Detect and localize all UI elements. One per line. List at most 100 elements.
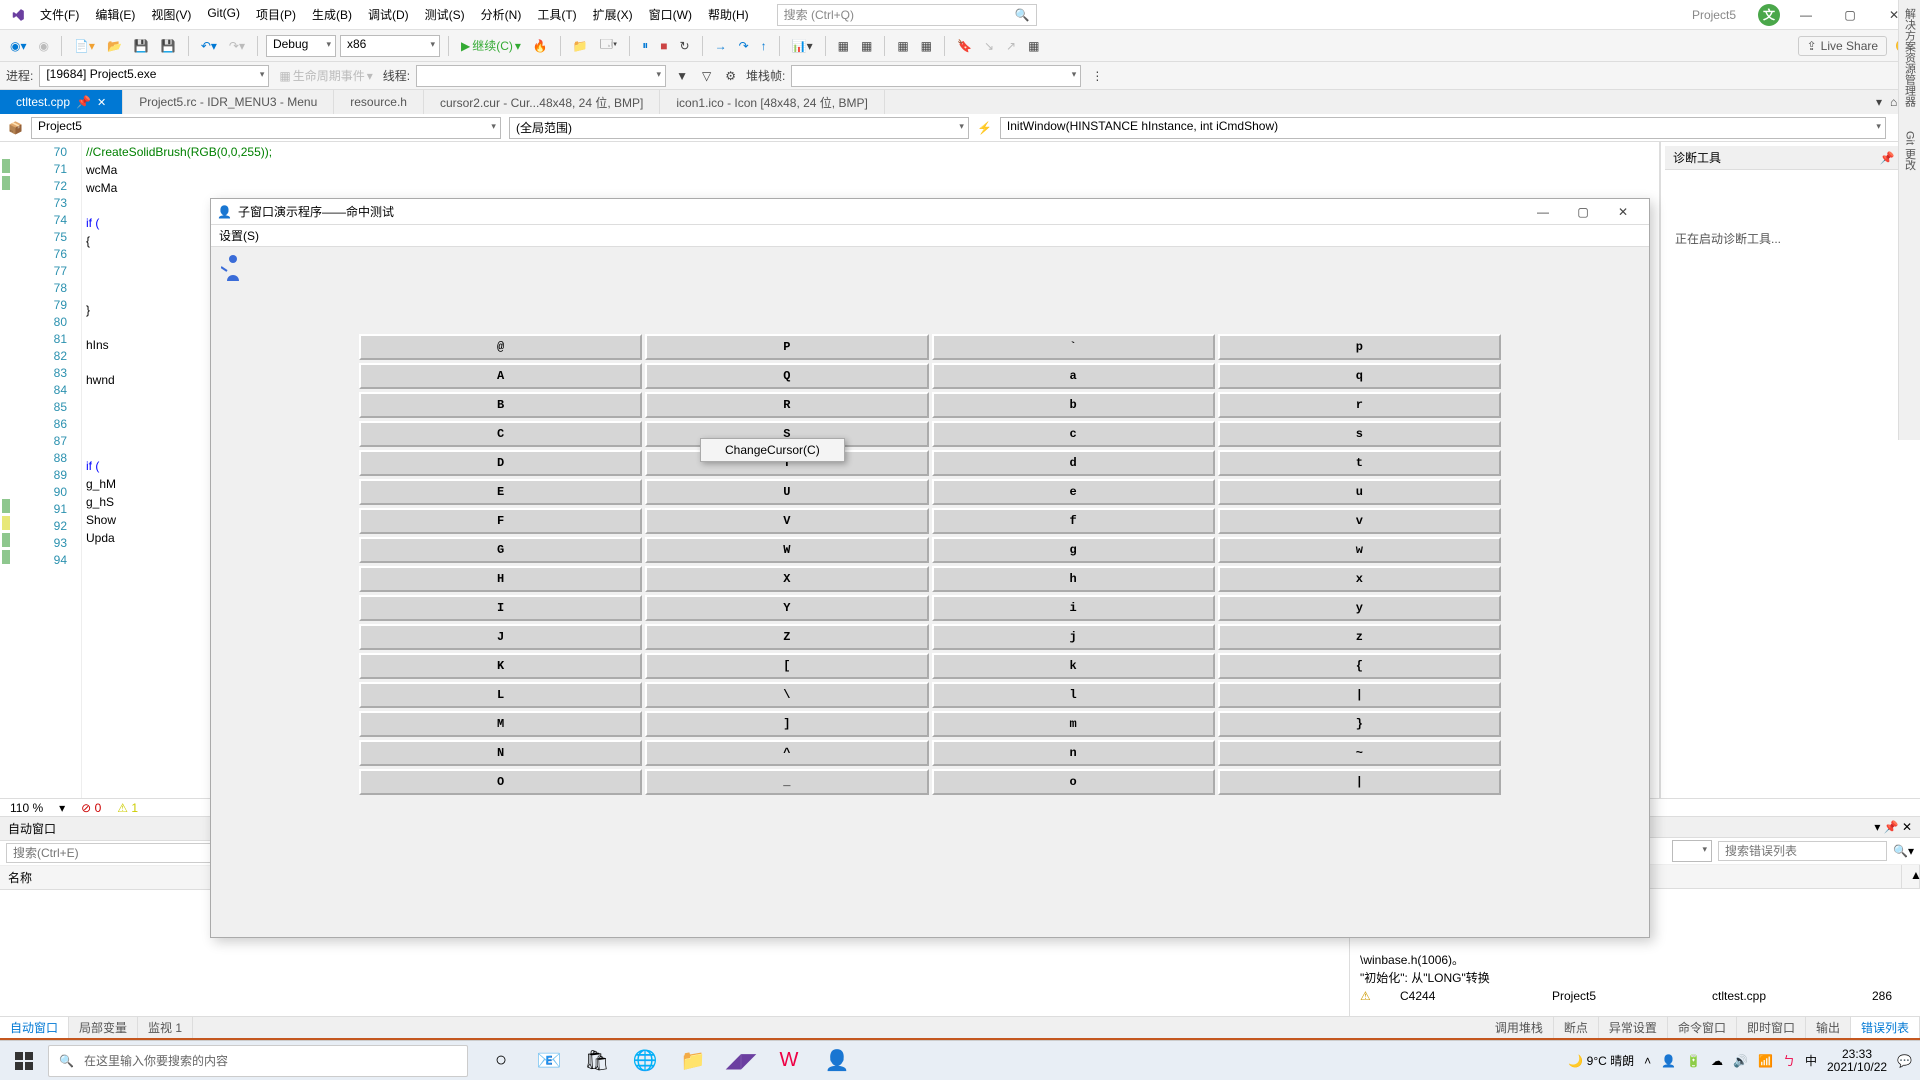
errlist-filter-combo[interactable] (1672, 840, 1712, 862)
open-button[interactable]: 📂 (103, 37, 126, 55)
menu-item[interactable]: 扩展(X) (585, 2, 641, 27)
bottom-tab[interactable]: 断点 (1554, 1017, 1599, 1038)
network-icon[interactable]: 📶 (1758, 1054, 1773, 1068)
onedrive-icon[interactable]: ☁ (1711, 1054, 1723, 1068)
error-icon[interactable]: ⊘ 0 (81, 801, 101, 815)
weather-icon[interactable]: 🌙 9°C 晴朗 (1568, 1052, 1634, 1069)
menu-item[interactable]: Git(G) (199, 2, 248, 27)
tb-icon-c[interactable]: ▦ (893, 37, 912, 55)
grid-button[interactable]: v (1218, 508, 1501, 534)
grid-button[interactable]: w (1218, 537, 1501, 563)
pause-button[interactable]: ⏸ (638, 36, 652, 55)
grid-button[interactable]: s (1218, 421, 1501, 447)
grid-button[interactable]: z (1218, 624, 1501, 650)
grid-button[interactable]: ] (645, 711, 928, 737)
menu-item[interactable]: 文件(F) (32, 2, 87, 27)
grid-button[interactable]: e (932, 479, 1215, 505)
grid-button[interactable]: A (359, 363, 642, 389)
grid-button[interactable]: c (932, 421, 1215, 447)
bottom-tab[interactable]: 输出 (1806, 1017, 1851, 1038)
platform-combo[interactable]: x86 (340, 35, 440, 57)
document-tab[interactable]: icon1.ico - Icon [48x48, 24 位, BMP] (660, 90, 884, 114)
store-icon[interactable]: 🛍 (576, 1041, 618, 1081)
grid-button[interactable]: x (1218, 566, 1501, 592)
grid-button[interactable]: j (932, 624, 1215, 650)
grid-button[interactable]: V (645, 508, 928, 534)
thread-combo[interactable] (416, 65, 666, 87)
search-box[interactable]: 搜索 (Ctrl+Q) 🔍 (777, 4, 1037, 26)
grid-button[interactable]: W (645, 537, 928, 563)
folder-icon[interactable]: 📁 (569, 37, 592, 55)
tb-icon-g[interactable]: ▦ (1024, 37, 1043, 55)
maximize-button[interactable]: ▢ (1832, 2, 1868, 28)
bottom-tab[interactable]: 局部变量 (69, 1017, 138, 1038)
grid-button[interactable]: Q (645, 363, 928, 389)
grid-button[interactable]: L (359, 682, 642, 708)
grid-button[interactable]: t (1218, 450, 1501, 476)
back-button[interactable]: ◉▾ (6, 37, 31, 55)
restart-button[interactable]: ↻ (676, 37, 694, 55)
notifications-icon[interactable]: 💬 (1897, 1054, 1912, 1068)
menu-item[interactable]: 调试(D) (360, 2, 417, 27)
child-maximize-button[interactable]: ▢ (1563, 200, 1603, 224)
bottom-tab[interactable]: 即时窗口 (1737, 1017, 1806, 1038)
child-close-button[interactable]: ✕ (1603, 200, 1643, 224)
git-changes-tab[interactable]: Git 更改 (1902, 131, 1918, 170)
area-scope-combo[interactable]: (全局范围) (509, 117, 969, 139)
grid-button[interactable]: U (645, 479, 928, 505)
close-icon[interactable]: ✕ (97, 96, 106, 109)
grid-button[interactable]: d (932, 450, 1215, 476)
step-over-icon[interactable]: ↷ (735, 37, 753, 55)
volume-icon[interactable]: 🔊 (1733, 1054, 1748, 1068)
document-tab[interactable]: Project5.rc - IDR_MENU3 - Menu (123, 90, 334, 114)
errlist-search-input[interactable] (1718, 841, 1887, 861)
grid-button[interactable]: J (359, 624, 642, 650)
grid-button[interactable]: h (932, 566, 1215, 592)
grid-button[interactable]: K (359, 653, 642, 679)
grid-button[interactable]: i (932, 595, 1215, 621)
context-menu[interactable]: ChangeCursor(C) (700, 438, 845, 462)
bottom-tab[interactable]: 自动窗口 (0, 1017, 69, 1038)
grid-button[interactable]: R (645, 392, 928, 418)
step-into-icon[interactable]: → (711, 37, 731, 55)
grid-button[interactable]: B (359, 392, 642, 418)
grid-button[interactable]: Y (645, 595, 928, 621)
grid-button[interactable]: \ (645, 682, 928, 708)
grid-button[interactable]: u (1218, 479, 1501, 505)
grid-button[interactable]: M (359, 711, 642, 737)
grid-button[interactable]: a (932, 363, 1215, 389)
start-button[interactable] (0, 1041, 48, 1081)
grid-button[interactable]: } (1218, 711, 1501, 737)
filter-icon[interactable]: ▼ (672, 67, 692, 85)
config-combo[interactable]: Debug (266, 35, 336, 57)
grid-button[interactable]: [ (645, 653, 928, 679)
stop-button[interactable]: ■ (656, 37, 671, 55)
bookmark-icon[interactable]: 🔖 (953, 37, 976, 55)
tb-icon-d[interactable]: ▦ (917, 37, 936, 55)
menu-item[interactable]: 工具(T) (529, 2, 584, 27)
grid-button[interactable]: | (1218, 682, 1501, 708)
grid-button[interactable]: C (359, 421, 642, 447)
grid-button[interactable]: N (359, 740, 642, 766)
grid-button[interactable]: _ (645, 769, 928, 795)
solution-explorer-tab[interactable]: 解决方案资源管理器 (1902, 8, 1918, 107)
grid-button[interactable]: ^ (645, 740, 928, 766)
grid-button[interactable]: g (932, 537, 1215, 563)
search-icon[interactable]: 🔍▾ (1893, 844, 1914, 858)
grid-button[interactable]: E (359, 479, 642, 505)
continue-button[interactable]: ▶ 继续(C) ▾ (457, 35, 525, 56)
more-icon[interactable]: ⋮ (1087, 67, 1107, 85)
running-app-icon[interactable]: 👤 (816, 1041, 858, 1081)
child-minimize-button[interactable]: — (1523, 200, 1563, 224)
grid-button[interactable]: @ (359, 334, 642, 360)
lifecycle-button[interactable]: ▦ 生命周期事件 ▾ (275, 65, 376, 86)
save-button[interactable]: 💾 (130, 37, 153, 55)
warning-icon[interactable]: ⚠ 1 (117, 801, 138, 815)
grid-button[interactable]: m (932, 711, 1215, 737)
bottom-tab[interactable]: 调用堆栈 (1485, 1017, 1554, 1038)
scroll-up-icon[interactable]: ▲ (1902, 865, 1920, 888)
thread-icon[interactable]: ⚙ (721, 67, 740, 85)
menu-item[interactable]: 视图(V) (143, 2, 199, 27)
chart-icon[interactable]: 📊▾ (788, 37, 817, 55)
grid-button[interactable]: { (1218, 653, 1501, 679)
